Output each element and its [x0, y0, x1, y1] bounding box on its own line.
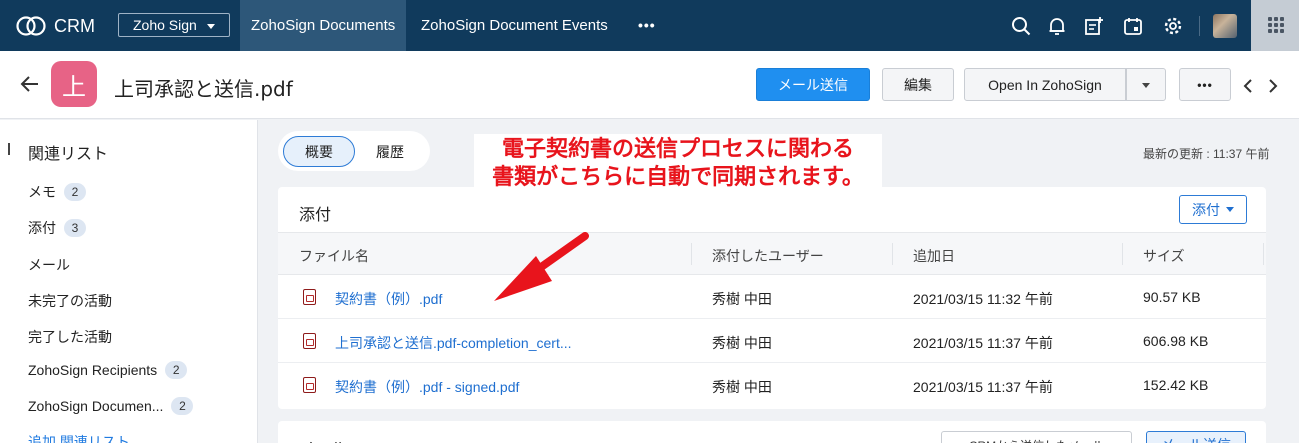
- toolbar-divider: [1199, 16, 1200, 36]
- edit-button[interactable]: 編集: [882, 68, 954, 101]
- column-divider[interactable]: [1263, 243, 1264, 265]
- size-cell: 152.42 KB: [1143, 377, 1209, 393]
- count-badge: 2: [165, 361, 188, 379]
- date-added-cell: 2021/03/15 11:32 午前: [913, 291, 1053, 307]
- avatar[interactable]: [1213, 14, 1237, 38]
- sidebar-title: 関連リスト: [28, 146, 109, 163]
- tab-zohosign-document-events[interactable]: ZohoSign Document Events: [421, 0, 608, 51]
- size-cell: 606.98 KB: [1143, 333, 1209, 349]
- attached-by-cell: 秀樹 中田: [712, 335, 772, 351]
- record-icon: 上: [51, 61, 97, 107]
- tab-zohosign-documents[interactable]: ZohoSign Documents: [240, 0, 407, 51]
- date-added-cell: 2021/03/15 11:37 午前: [913, 379, 1053, 395]
- column-divider[interactable]: [892, 243, 893, 265]
- open-in-dropdown-chevron-down-icon[interactable]: [1126, 68, 1166, 101]
- sidebar-item-closed-activities[interactable]: 完了した活動: [28, 327, 112, 347]
- pdf-file-icon: [303, 377, 316, 393]
- tab-history[interactable]: 履歴: [364, 136, 416, 167]
- table-row[interactable]: 上司承認と送信.pdf-completion_cert... 秀樹 中田 202…: [278, 319, 1266, 363]
- chevron-down-icon: [1226, 207, 1234, 212]
- calendar-icon[interactable]: [1123, 16, 1143, 36]
- count-badge: 2: [64, 183, 86, 201]
- tab-overview[interactable]: 概要: [283, 136, 355, 167]
- table-row[interactable]: 契約書（例）.pdf - signed.pdf 秀樹 中田 2021/03/15…: [278, 363, 1266, 407]
- tab-label: ZohoSign Document Events: [421, 17, 608, 34]
- count-badge: 3: [64, 219, 86, 237]
- file-name-link[interactable]: 上司承認と送信.pdf-completion_cert...: [335, 333, 572, 353]
- sidebar-item-label: メール: [28, 257, 70, 273]
- open-in-zohosign-button[interactable]: Open In ZohoSign: [964, 68, 1126, 101]
- module-select-label: Zoho Sign: [133, 17, 197, 33]
- table-header: ファイル名 添付したユーザー 追加日 サイズ: [278, 232, 1266, 275]
- annotation-line-2: 書類がこちらに自動で同期されます。: [492, 165, 864, 190]
- file-name-link[interactable]: 契約書（例）.pdf - signed.pdf: [335, 377, 519, 397]
- more-actions-button[interactable]: •••: [1179, 68, 1231, 101]
- crm-sent-mail-filter-button[interactable]: CRMから送信したメール: [941, 431, 1132, 443]
- sidebar-item-label: ZohoSign Recipients: [28, 362, 158, 378]
- chevron-down-icon: [207, 24, 215, 29]
- sidebar-item-memo[interactable]: メモ 2: [28, 182, 86, 202]
- size-cell: 90.57 KB: [1143, 289, 1201, 305]
- sidebar-item-label: 添付: [28, 220, 56, 236]
- collapse-sidebar-icon[interactable]: [8, 143, 11, 155]
- sidebar-item-zohosign-recipients[interactable]: ZohoSign Recipients 2: [28, 361, 188, 379]
- module-select[interactable]: Zoho Sign: [118, 13, 230, 37]
- mail-card: メール CRMから送信したメール メール送信: [278, 421, 1266, 443]
- more-tabs-button[interactable]: •••: [638, 17, 656, 33]
- previous-record-icon[interactable]: [1243, 79, 1253, 93]
- attach-button[interactable]: 添付: [1179, 195, 1247, 224]
- page-title: 上司承認と送信.pdf: [114, 77, 293, 101]
- table-row[interactable]: 契約書（例）.pdf 秀樹 中田 2021/03/15 11:32 午前 90.…: [278, 275, 1266, 319]
- attach-button-label: 添付: [1192, 201, 1220, 218]
- apps-grid-icon[interactable]: [1251, 0, 1299, 51]
- column-header-attached-by[interactable]: 添付したユーザー: [712, 246, 824, 266]
- pdf-file-icon: [303, 289, 316, 305]
- column-divider[interactable]: [691, 243, 692, 265]
- attached-by-cell: 秀樹 中田: [712, 379, 772, 395]
- view-toggle: 概要 履歴: [278, 131, 430, 171]
- column-header-size[interactable]: サイズ: [1143, 246, 1185, 266]
- gear-icon[interactable]: [1163, 16, 1183, 36]
- pdf-file-icon: [303, 333, 316, 349]
- date-added-cell: 2021/03/15 11:37 午前: [913, 335, 1053, 351]
- tab-label: ZohoSign Documents: [251, 17, 396, 34]
- back-arrow-icon[interactable]: [20, 75, 40, 93]
- send-mail-button[interactable]: メール送信: [756, 68, 870, 101]
- sidebar-item-open-activities[interactable]: 未完了の活動: [28, 291, 112, 311]
- crm-logo[interactable]: CRM: [16, 11, 95, 41]
- sidebar-item-mail[interactable]: メール: [28, 255, 70, 275]
- attached-by-cell: 秀樹 中田: [712, 291, 772, 307]
- add-related-list-link[interactable]: 追加 関連リスト: [28, 432, 130, 443]
- column-header-date-added[interactable]: 追加日: [913, 246, 955, 266]
- crm-logo-icon: [16, 16, 46, 36]
- sidebar-item-label: メモ: [28, 184, 56, 200]
- related-list-sidebar: 関連リスト メモ 2 添付 3 メール 未完了の活動 完了した活動 ZohoSign…: [0, 120, 258, 443]
- sidebar-item-label: 完了した活動: [28, 329, 112, 345]
- attachments-title: 添付: [299, 207, 332, 224]
- crm-logo-text: CRM: [54, 15, 95, 36]
- attachments-card: 添付 添付 ファイル名 添付したユーザー 追加日 サイズ 契約書（例）.pdf …: [278, 187, 1266, 409]
- last-updated-text: 最新の更新 : 11:37 午前: [1143, 147, 1270, 161]
- file-name-link[interactable]: 契約書（例）.pdf: [335, 289, 442, 309]
- annotation-line-1: 電子契約書の送信プロセスに関わる: [501, 137, 854, 162]
- column-divider[interactable]: [1122, 243, 1123, 265]
- top-navigation-bar: CRM Zoho Sign ZohoSign Documents ZohoSig…: [0, 0, 1299, 51]
- count-badge: 2: [171, 397, 194, 415]
- add-note-icon[interactable]: [1084, 16, 1104, 36]
- annotation-callout: 電子契約書の送信プロセスに関わる 書類がこちらに自動で同期されます。: [474, 134, 882, 194]
- sidebar-item-zohosign-documents[interactable]: ZohoSign Documen... 2: [28, 397, 194, 415]
- next-record-icon[interactable]: [1268, 79, 1278, 93]
- sidebar-item-attachments[interactable]: 添付 3: [28, 218, 86, 238]
- column-header-file-name[interactable]: ファイル名: [299, 246, 369, 266]
- mail-section-title: メール: [299, 435, 347, 443]
- bell-icon[interactable]: [1047, 16, 1067, 36]
- sidebar-item-label: 未完了の活動: [28, 293, 112, 309]
- search-icon[interactable]: [1011, 16, 1031, 36]
- sidebar-item-label: ZohoSign Documen...: [28, 398, 164, 414]
- mail-send-button[interactable]: メール送信: [1146, 431, 1246, 443]
